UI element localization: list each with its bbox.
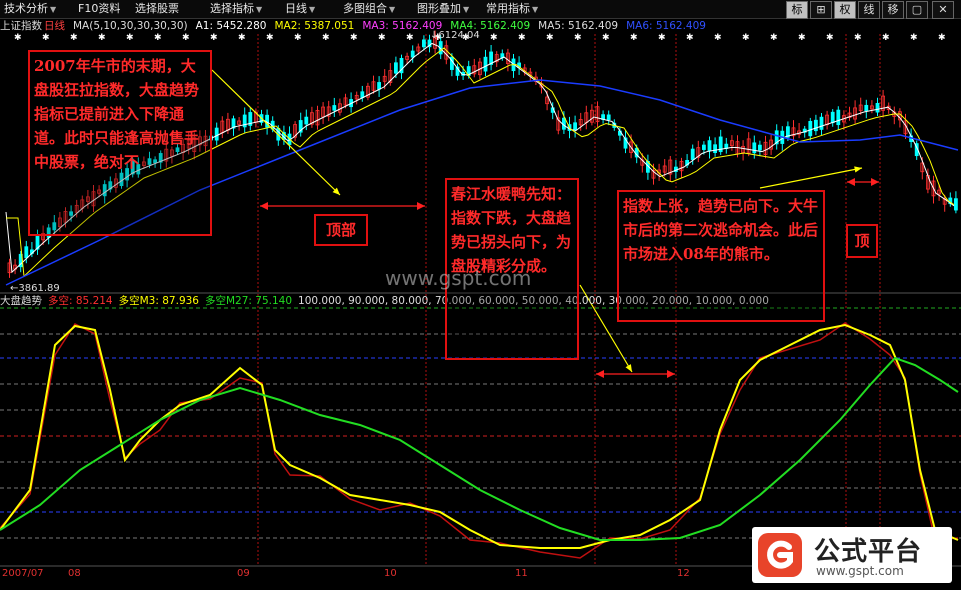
marker-star: ✱: [70, 33, 78, 43]
watermark: www.gspt.com: [385, 266, 532, 290]
candle-body: [830, 111, 835, 124]
marker-star: ✱: [518, 33, 526, 43]
marker-star: ✱: [658, 33, 666, 43]
chart-window: 技术分析 ▼ F10资料 选择股票 选择指标 ▼ 日线 ▼ 多图组合 ▼ 图形叠加 ▼ 常…: [0, 0, 961, 590]
marker-star: ✱: [630, 33, 638, 43]
candle-body: [875, 102, 880, 113]
marker-star: ✱: [770, 33, 778, 43]
marker-star: ✱: [574, 33, 582, 43]
candle-body: [304, 116, 309, 125]
indicator-m27-value: 多空M27: 75.140: [204, 295, 293, 307]
marker-star: ✱: [714, 33, 722, 43]
annotation-note-3: 指数上张，趋势已向下。大牛市后的第二次逃命机会。此后市场进入08年的熊市。: [617, 190, 825, 322]
candle-body: [24, 246, 29, 259]
marker-star: ✱: [490, 33, 498, 43]
x-tick-label: 09: [237, 568, 250, 579]
gspt-logo-icon: [758, 533, 802, 577]
marker-star: ✱: [98, 33, 106, 43]
indicator-name: 大盘趋势: [0, 295, 42, 307]
indicator-short-value: 多空: 85.214: [48, 295, 113, 307]
candle-body: [393, 62, 398, 74]
marker-star: ✱: [182, 33, 190, 43]
annotation-top-tag-1: 顶部: [314, 214, 368, 246]
candle-body: [752, 142, 757, 154]
marker-star: ✱: [378, 33, 386, 43]
candle-body: [758, 144, 762, 151]
range-arrow-top2-head-right: [871, 178, 879, 186]
candle-body: [214, 127, 219, 141]
logo-name: 公式平台: [814, 537, 923, 567]
marker-star: ✱: [602, 33, 610, 43]
x-tick-label: 11: [515, 568, 528, 579]
marker-star: ✱: [266, 33, 274, 43]
marker-star: ✱: [882, 33, 890, 43]
candle-body: [707, 140, 712, 152]
marker-star: ✱: [938, 33, 946, 43]
marker-star: ✱: [546, 33, 554, 43]
marker-star: ✱: [238, 33, 246, 43]
pointer-arrow-head: [625, 364, 632, 372]
logo-url: www.gspt.com: [816, 564, 904, 578]
candle-body: [836, 109, 841, 126]
marker-star: ✱: [350, 33, 358, 43]
candle-body: [606, 114, 611, 121]
marker-star: ✱: [686, 33, 694, 43]
marker-star: ✱: [154, 33, 162, 43]
pointer-arrow: [211, 69, 341, 196]
annotation-note-1: 2007年牛市的末期，大盘股狂拉指数，大盘趋势指标已提前进入下降通道。此时只能逢…: [28, 50, 212, 236]
marker-star: ✱: [798, 33, 806, 43]
marker-star: ✱: [826, 33, 834, 43]
marker-star: ✱: [42, 33, 50, 43]
pointer-arrow: [759, 167, 863, 189]
marker-star: ✱: [210, 33, 218, 43]
marker-star: ✱: [322, 33, 330, 43]
candle-body: [954, 198, 958, 211]
marker-star: ✱: [910, 33, 918, 43]
marker-star: ✱: [294, 33, 302, 43]
pointer-arrow-head: [854, 166, 862, 173]
candle-body: [410, 50, 415, 58]
candle-body: [819, 116, 824, 130]
range-arrow-mid-head-left: [596, 370, 604, 378]
gspt-logo: 公式平台 www.gspt.com: [752, 527, 952, 583]
candle-body: [377, 82, 382, 90]
range-arrow-top1-head-right: [417, 202, 425, 210]
annotation-top-tag-2: 顶: [846, 224, 878, 258]
candle-body: [573, 122, 577, 130]
candle-body: [702, 144, 706, 150]
x-tick-label: 08: [68, 568, 81, 579]
candle-body: [808, 121, 813, 137]
marker-star: ✱: [14, 33, 22, 43]
indicator-m27-line: [0, 356, 959, 541]
candle-body: [713, 144, 717, 154]
range-arrow-top1-head-left: [260, 202, 268, 210]
candle-body: [332, 105, 337, 111]
x-tick-label: 10: [384, 568, 397, 579]
candle-body: [690, 148, 695, 160]
marker-star: ✱: [406, 33, 414, 43]
marker-star: ✱: [854, 33, 862, 43]
high-price-label: ↓6124.04: [430, 30, 480, 41]
x-tick-label: 2007/07: [2, 568, 44, 579]
candle-body: [864, 104, 869, 112]
candle-body: [814, 119, 818, 132]
range-arrow-mid-head-right: [667, 370, 675, 378]
x-tick-label: 12: [677, 568, 690, 579]
marker-star: ✱: [126, 33, 134, 43]
candle-body: [421, 39, 426, 48]
marker-star: ✱: [742, 33, 750, 43]
indicator-m3-value: 多空M3: 87.936: [118, 295, 199, 307]
low-price-label: ←3861.89: [10, 283, 60, 294]
candle-body: [483, 56, 488, 72]
range-arrow-top2-head-left: [847, 178, 855, 186]
